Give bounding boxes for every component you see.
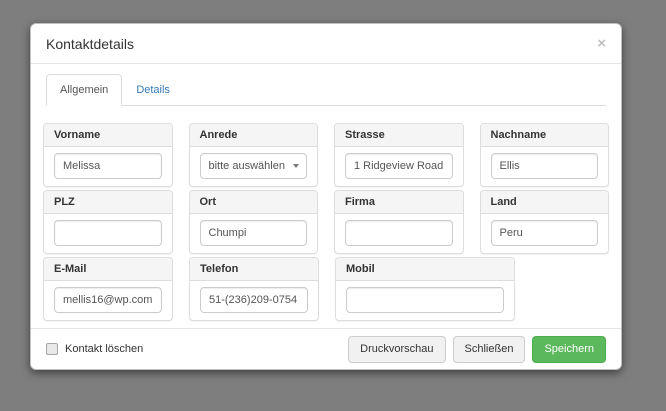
form-row-3: E-Mail Telefon Mobil [43,257,609,321]
field-panel-vorname: Vorname [43,123,173,187]
contact-form: Vorname Anrede bitte auswählen S [31,106,621,324]
firma-label: Firma [335,191,463,214]
tab-bar: Allgemein Details [46,74,606,106]
anrede-select[interactable]: bitte auswählen [199,153,307,179]
schliessen-button[interactable]: Schließen [452,335,526,363]
telefon-label: Telefon [190,258,318,281]
ort-input[interactable] [199,220,307,246]
telefon-input[interactable] [200,287,308,313]
tab-details[interactable]: Details [122,74,184,106]
modal-footer: Kontakt löschen Druckvorschau Schließen … [31,328,621,369]
dimmed-backdrop: Kontaktdetails × Allgemein Details Vorna… [0,0,666,411]
field-panel-anrede: Anrede bitte auswählen [188,123,318,187]
nachname-input[interactable] [490,153,598,179]
plz-label: PLZ [44,191,172,214]
land-input[interactable] [490,220,598,246]
email-label: E-Mail [44,258,172,281]
caret-down-icon [293,164,299,168]
field-panel-land: Land [479,190,609,254]
vorname-input[interactable] [54,153,162,179]
strasse-label: Strasse [335,124,463,147]
field-panel-plz: PLZ [43,190,173,254]
form-row-2: PLZ Ort Firma [43,190,609,254]
field-panel-firma: Firma [334,190,464,254]
close-icon[interactable]: × [597,36,606,51]
kontaktdetails-modal: Kontaktdetails × Allgemein Details Vorna… [30,23,622,370]
mobil-label: Mobil [336,258,514,281]
modal-header: Kontaktdetails × [31,24,621,64]
land-label: Land [480,191,608,214]
field-panel-nachname: Nachname [479,123,609,187]
kontakt-loeschen-label: Kontakt löschen [65,343,144,355]
speichern-button[interactable]: Speichern [532,335,606,363]
firma-input[interactable] [345,220,453,246]
form-row-1: Vorname Anrede bitte auswählen S [43,123,609,187]
field-panel-mobil: Mobil [335,257,515,321]
anrede-selected-value: bitte auswählen [208,160,285,172]
footer-buttons: Druckvorschau Schließen Speichern [348,335,606,363]
plz-input[interactable] [54,220,162,246]
field-panel-strasse: Strasse [334,123,464,187]
field-panel-telefon: Telefon [189,257,319,321]
anrede-label: Anrede [189,124,317,147]
vorname-label: Vorname [44,124,172,147]
mobil-input[interactable] [346,287,504,313]
email-input[interactable] [54,287,162,313]
kontakt-loeschen-checkbox[interactable] [46,343,58,355]
field-panel-ort: Ort [188,190,318,254]
strasse-input[interactable] [345,153,453,179]
kontakt-loeschen-option: Kontakt löschen [46,343,143,355]
field-panel-email: E-Mail [43,257,173,321]
modal-title: Kontaktdetails [46,35,134,52]
ort-label: Ort [189,191,317,214]
druckvorschau-button[interactable]: Druckvorschau [348,335,446,363]
nachname-label: Nachname [480,124,608,147]
tab-allgemein[interactable]: Allgemein [46,74,123,106]
